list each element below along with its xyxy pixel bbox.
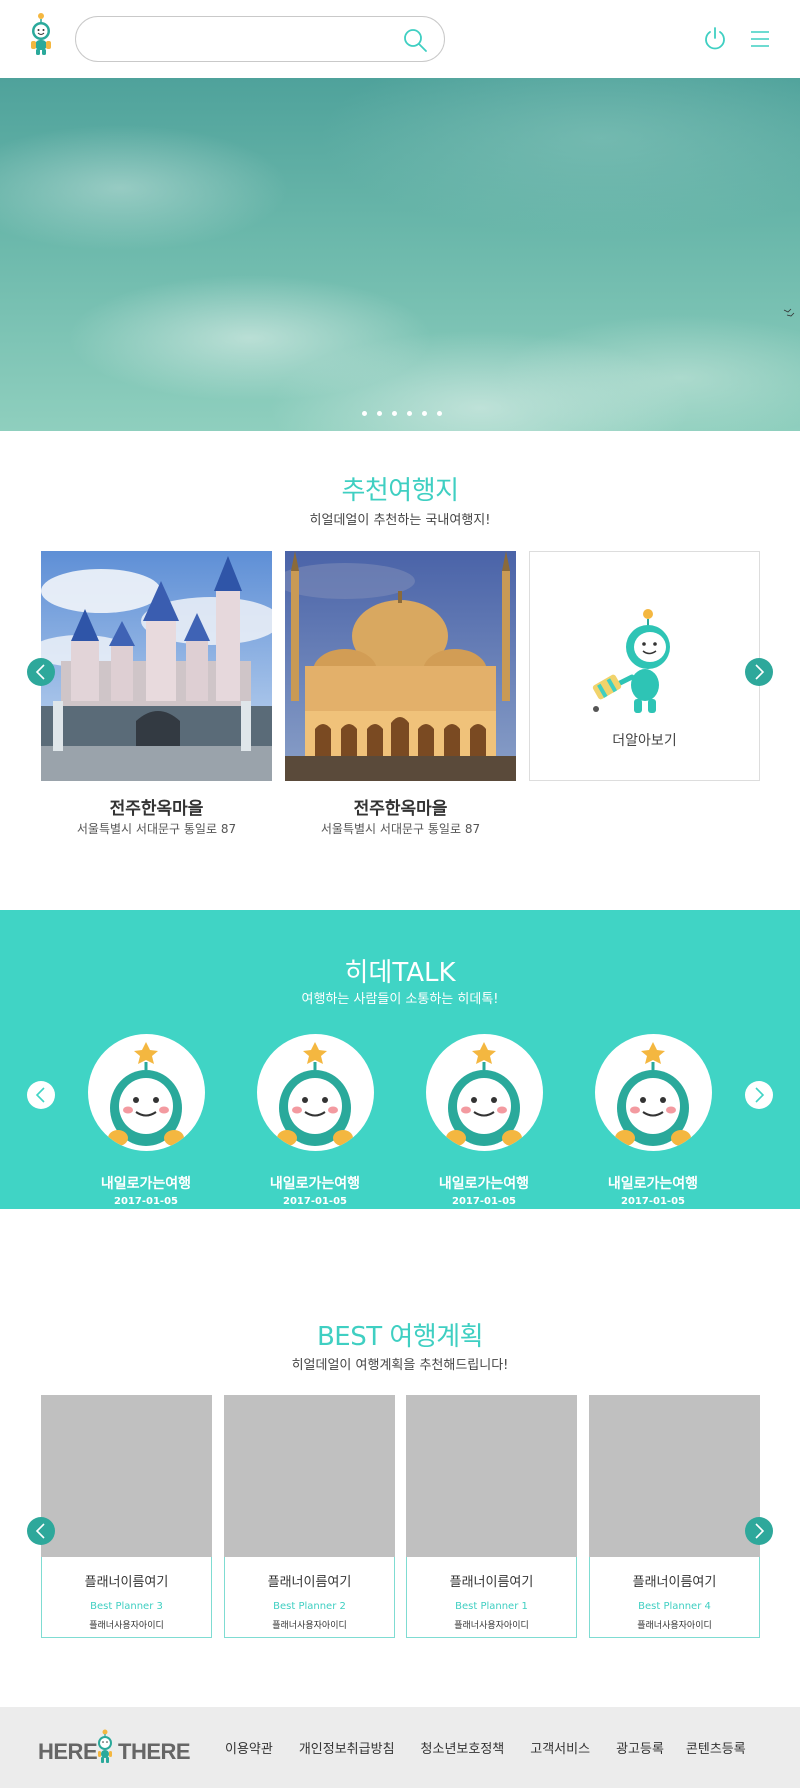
talk-post-date: 2017-01-05 (452, 1196, 516, 1207)
chevron-left-icon (35, 1087, 45, 1103)
power-icon[interactable] (703, 26, 727, 52)
best-prev-button[interactable] (27, 1517, 55, 1545)
hero-dot[interactable] (437, 411, 442, 416)
chevron-right-icon (755, 1087, 765, 1103)
talk-post-title[interactable]: 내일로가는여행 (578, 1173, 728, 1193)
best-title: BEST 여행계획 (316, 1322, 484, 1352)
plan-image-placeholder (589, 1395, 760, 1557)
hero-pagination (362, 411, 442, 416)
footer-links: 이용약관 개인정보취급방침 청소년보호정책 고객서비스 광고등록 콘텐츠등록 (225, 1738, 746, 1757)
footer-link-terms[interactable]: 이용약관 (225, 1738, 273, 1757)
more-label[interactable]: 더알아보기 (530, 730, 759, 750)
plan-card[interactable]: 플래너이름여기 Best Planner 2 플래너사용자아이디 (224, 1395, 395, 1638)
mascot-avatar-icon (108, 1042, 184, 1146)
talk-avatar[interactable] (88, 1034, 205, 1151)
footer-link-content[interactable]: 콘텐츠등록 (686, 1738, 746, 1757)
hero-dot[interactable] (422, 411, 427, 416)
mascot-avatar-icon (615, 1042, 691, 1146)
talk-subtitle: 여행하는 사람들이 소통하는 히데톡! (301, 992, 499, 1007)
recommend-card[interactable] (41, 551, 272, 781)
recommend-title: 추천여행지 (341, 476, 459, 506)
recommend-prev-button[interactable] (27, 658, 55, 686)
hero-dot[interactable] (362, 411, 367, 416)
plan-title: 플래너이름여기 (267, 1575, 352, 1590)
footer-link-support[interactable]: 고객서비스 (530, 1738, 590, 1757)
logo-mascot-icon[interactable] (26, 12, 56, 56)
plan-title: 플래너이름여기 (84, 1575, 169, 1590)
talk-avatar[interactable] (257, 1034, 374, 1151)
footer-logo[interactable]: HERE THERE (38, 1729, 191, 1769)
plan-user: 플래너사용자아이디 (272, 1621, 347, 1631)
plan-rank: Best Planner 2 (273, 1601, 346, 1612)
talk-avatar[interactable] (595, 1034, 712, 1151)
mascot-avatar-icon (446, 1042, 522, 1146)
recommend-next-button[interactable] (745, 658, 773, 686)
traveler-mascot-icon (592, 609, 670, 713)
talk-title: 히데TALK (344, 958, 456, 988)
chevron-left-icon (35, 664, 45, 680)
chevron-left-icon (35, 1523, 45, 1539)
footer: HERE THERE 이용약관 개인정보취급방침 청소년보호정책 고객서비스 광… (0, 1707, 800, 1788)
talk-post-title[interactable]: 내일로가는여행 (71, 1173, 221, 1193)
plan-image-placeholder (41, 1395, 212, 1557)
talk-post-date: 2017-01-05 (114, 1196, 178, 1207)
footer-logo-word: HERE (38, 1739, 98, 1764)
talk-post-date: 2017-01-05 (621, 1196, 685, 1207)
menu-icon[interactable] (750, 30, 770, 48)
footer-link-privacy[interactable]: 개인정보취급방침 (299, 1738, 395, 1757)
talk-next-button[interactable] (745, 1081, 773, 1109)
recommend-subtitle: 히얼데얼이 추천하는 국내여행지! (309, 513, 491, 528)
hero-dot[interactable] (392, 411, 397, 416)
recommend-address: 서울특별시 서대문구 통일로 87 (76, 822, 237, 836)
search-box[interactable] (75, 16, 445, 62)
recommend-card[interactable] (285, 551, 516, 781)
search-icon[interactable] (402, 27, 428, 53)
talk-post-title[interactable]: 내일로가는여행 (240, 1173, 390, 1193)
plan-title: 플래너이름여기 (449, 1575, 534, 1590)
footer-link-ads[interactable]: 광고등록 (616, 1738, 664, 1757)
hero-dot[interactable] (407, 411, 412, 416)
plan-rank: Best Planner 4 (638, 1601, 711, 1612)
talk-prev-button[interactable] (27, 1081, 55, 1109)
search-input[interactable] (98, 27, 388, 53)
plan-image-placeholder (406, 1395, 577, 1557)
chevron-right-icon (755, 1523, 765, 1539)
chevron-right-icon (755, 664, 765, 680)
plan-card[interactable]: 플래너이름여기 Best Planner 4 플래너사용자아이디 (589, 1395, 760, 1638)
plan-user: 플래너사용자아이디 (637, 1621, 712, 1631)
footer-link-youth[interactable]: 청소년보호정책 (421, 1738, 505, 1757)
bird-icon (783, 308, 795, 317)
plan-rank: Best Planner 3 (90, 1601, 163, 1612)
talk-section: 히데TALK 여행하는 사람들이 소통하는 히데톡! 내일로가는여행 2017-… (0, 910, 800, 1209)
best-subtitle: 히얼데얼이 여행계획을 추천해드립니다! (291, 1358, 509, 1373)
plan-title: 플래너이름여기 (632, 1575, 717, 1590)
talk-avatar[interactable] (426, 1034, 543, 1151)
header (0, 0, 800, 78)
castle-photo (41, 551, 272, 781)
recommend-name[interactable]: 전주한옥마을 (285, 794, 516, 819)
more-card[interactable]: 더알아보기 (529, 551, 760, 781)
plan-user: 플래너사용자아이디 (454, 1621, 529, 1631)
plan-card[interactable]: 플래너이름여기 Best Planner 1 플래너사용자아이디 (406, 1395, 577, 1638)
best-next-button[interactable] (745, 1517, 773, 1545)
talk-post-title[interactable]: 내일로가는여행 (409, 1173, 559, 1193)
mosque-photo (285, 551, 516, 781)
mascot-avatar-icon (277, 1042, 353, 1146)
hero-banner[interactable] (0, 78, 800, 431)
plan-card[interactable]: 플래너이름여기 Best Planner 3 플래너사용자아이디 (41, 1395, 212, 1638)
plan-user: 플래너사용자아이디 (89, 1621, 164, 1631)
hero-dot[interactable] (377, 411, 382, 416)
footer-logo-word: THERE (118, 1739, 191, 1764)
recommend-name[interactable]: 전주한옥마을 (41, 794, 272, 819)
plan-rank: Best Planner 1 (455, 1601, 528, 1612)
recommend-address: 서울특별시 서대문구 통일로 87 (320, 822, 481, 836)
plan-image-placeholder (224, 1395, 395, 1557)
logo-mascot-icon (98, 1729, 112, 1763)
talk-post-date: 2017-01-05 (283, 1196, 347, 1207)
